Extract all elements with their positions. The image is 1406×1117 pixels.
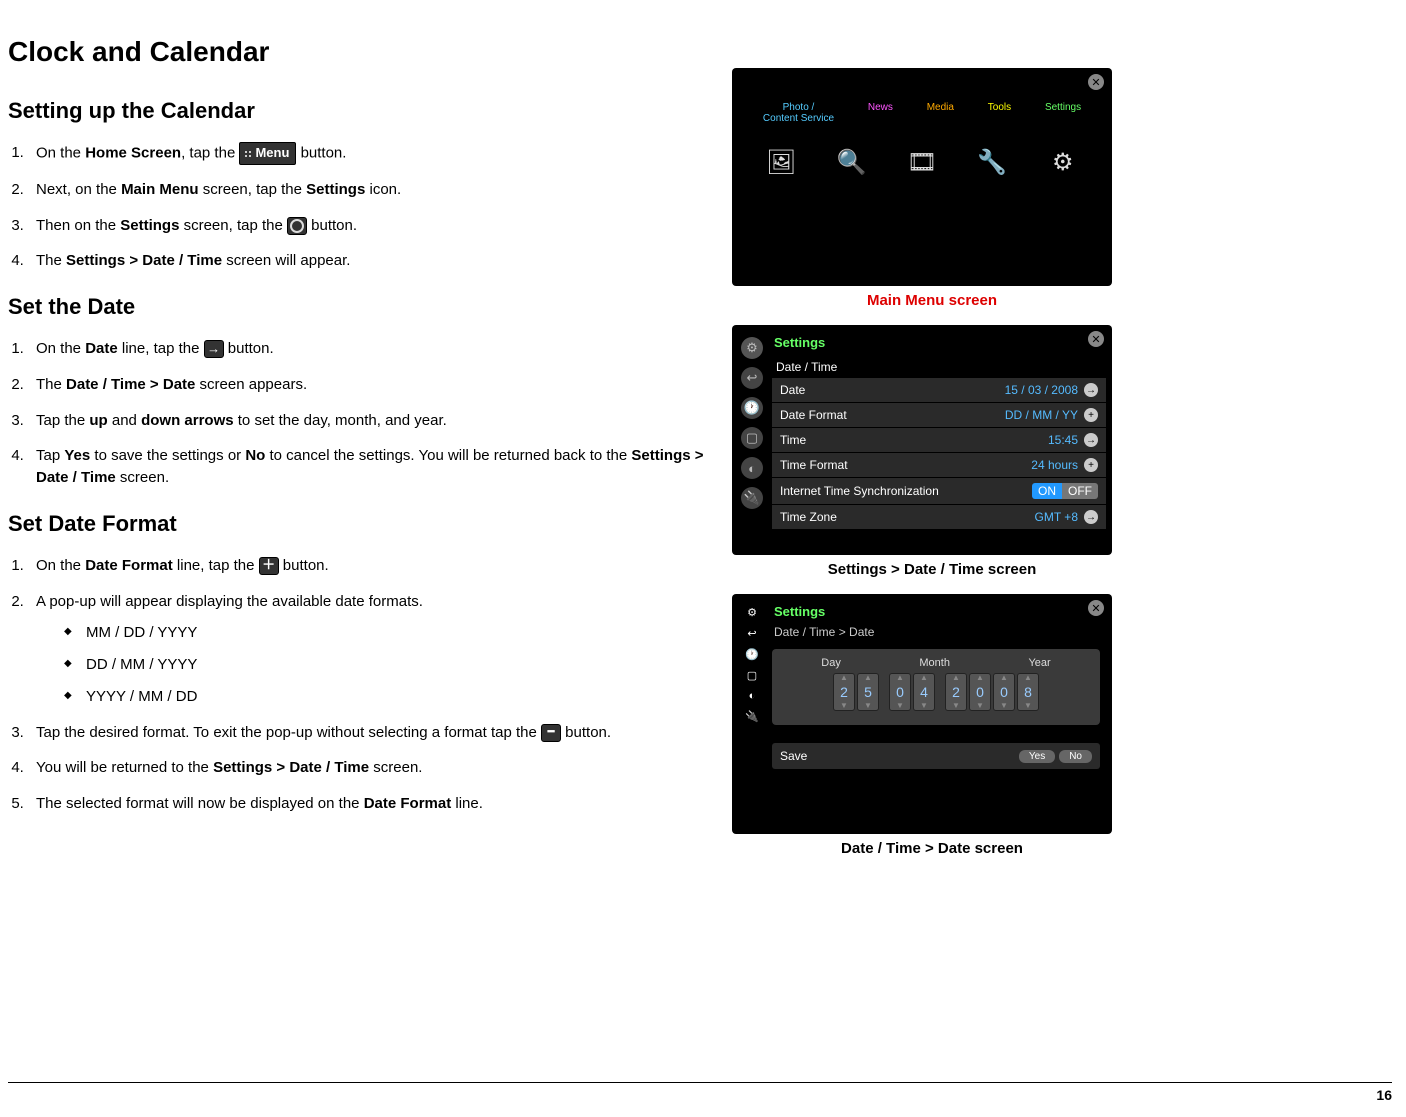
set-format-step-1: On the Date Format line, tap the button.: [28, 555, 708, 577]
tab-media: Media: [927, 102, 954, 124]
date-spinner: Day Month Year ▲2▼ ▲5▼ ▲0▼ ▲4▼: [772, 649, 1100, 725]
setup-step-2: Next, on the Main Menu screen, tap the S…: [28, 179, 708, 201]
set-format-step-5: The selected format will now be displaye…: [28, 793, 708, 815]
setup-steps: On the Home Screen, tap the Menu button.…: [28, 142, 708, 272]
set-date-step-2: The Date / Time > Date screen appears.: [28, 374, 708, 396]
spinner-month: ▲0▼ ▲4▼: [889, 673, 935, 711]
setup-step-3: Then on the Settings screen, tap the but…: [28, 215, 708, 237]
close-icon: ✕: [1088, 74, 1104, 90]
back-icon: ↩: [747, 627, 756, 640]
set-format-step-4: You will be returned to the Settings > D…: [28, 757, 708, 779]
figure-date-screen: ✕ ⚙ ↩ 🕐 ▢ ◐ 🔌 Settings Date / Time > Dat…: [732, 594, 1132, 857]
set-date-format-steps: On the Date Format line, tap the button.…: [28, 555, 708, 815]
settings-title: Settings: [772, 600, 1100, 623]
set-date-step-1: On the Date line, tap the button.: [28, 338, 708, 360]
section-heading-setup: Setting up the Calendar: [8, 98, 708, 124]
yes-button: Yes: [1019, 750, 1055, 763]
arrow-icon: →: [1084, 433, 1098, 447]
set-date-steps: On the Date line, tap the button. The Da…: [28, 338, 708, 489]
setup-step-1: On the Home Screen, tap the Menu button.: [28, 142, 708, 165]
globe-icon: ◐: [749, 690, 756, 702]
photo-icon: 🖼: [761, 142, 801, 182]
figure-main-menu: ✕ Photo / Content Service News Media Too…: [732, 68, 1132, 309]
set-date-step-4: Tap Yes to save the settings or No to ca…: [28, 445, 708, 489]
plus-button-icon: [259, 557, 279, 575]
figure-settings-datetime: ✕ ⚙ ↩ 🕐 ▢ ◐ 🔌 Settings Date / Time Date …: [732, 325, 1132, 578]
spinner-year: ▲2▼ ▲0▼ ▲0▼ ▲8▼: [945, 673, 1039, 711]
power-icon: 🔌: [745, 710, 759, 723]
setup-step-4: The Settings > Date / Time screen will a…: [28, 250, 708, 272]
set-date-step-3: Tap the up and down arrows to set the da…: [28, 410, 708, 432]
row-time: Time 15:45→: [772, 428, 1106, 453]
save-label: Save: [780, 749, 807, 763]
figure-3-caption: Date / Time > Date screen: [732, 840, 1132, 857]
row-date: Date 15 / 03 / 2008→: [772, 378, 1106, 403]
plus-icon: +: [1084, 408, 1098, 422]
gear-icon: ⚙: [741, 337, 763, 359]
section-heading-set-date-format: Set Date Format: [8, 511, 708, 537]
tab-news: News: [868, 102, 893, 124]
breadcrumb: Date / Time > Date: [772, 623, 1100, 649]
gear-icon: ⚙: [747, 606, 757, 619]
date-screenshot: ✕ ⚙ ↩ 🕐 ▢ ◐ 🔌 Settings Date / Time > Dat…: [732, 594, 1112, 834]
settings-icon: ⚙: [1043, 142, 1083, 182]
format-list: MM / DD / YYYY DD / MM / YYYY YYYY / MM …: [36, 622, 708, 707]
settings-datetime-screenshot: ✕ ⚙ ↩ 🕐 ▢ ◐ 🔌 Settings Date / Time Date …: [732, 325, 1112, 555]
format-option-2: DD / MM / YYYY: [68, 654, 708, 676]
tab-photo: Photo / Content Service: [763, 102, 834, 124]
tab-tools: Tools: [988, 102, 1011, 124]
display-icon: ▢: [747, 669, 757, 682]
tab-settings: Settings: [1045, 102, 1081, 124]
head-year: Year: [1028, 657, 1050, 669]
arrow-icon: →: [1084, 510, 1098, 524]
figure-1-caption: Main Menu screen: [732, 292, 1132, 309]
close-icon: ✕: [1088, 600, 1104, 616]
globe-icon: ◐: [741, 457, 763, 479]
main-menu-screenshot: ✕ Photo / Content Service News Media Too…: [732, 68, 1112, 286]
sync-toggle: ONOFF: [1032, 483, 1098, 499]
figure-2-caption: Settings > Date / Time screen: [732, 561, 1132, 578]
format-option-1: MM / DD / YYYY: [68, 622, 708, 644]
page-title: Clock and Calendar: [8, 36, 708, 68]
head-month: Month: [919, 657, 950, 669]
clock-icon: 🕐: [745, 648, 759, 661]
no-button: No: [1059, 750, 1092, 763]
close-icon: ✕: [1088, 331, 1104, 347]
media-icon: 🎞: [902, 142, 942, 182]
head-day: Day: [821, 657, 841, 669]
power-icon: 🔌: [741, 487, 763, 509]
menu-button-icon: Menu: [239, 142, 296, 165]
settings-title: Settings: [772, 331, 1106, 356]
arrow-button-icon: [204, 340, 224, 358]
datetime-button-icon: [287, 217, 307, 235]
spinner-day: ▲2▼ ▲5▼: [833, 673, 879, 711]
save-row: Save Yes No: [772, 743, 1100, 769]
clock-icon: 🕐: [741, 397, 763, 419]
plus-icon: +: [1084, 458, 1098, 472]
news-icon: 🔍: [832, 142, 872, 182]
format-option-3: YYYY / MM / DD: [68, 686, 708, 708]
arrow-icon: →: [1084, 383, 1098, 397]
display-icon: ▢: [741, 427, 763, 449]
row-internet-sync: Internet Time Synchronization ONOFF: [772, 478, 1106, 505]
set-format-step-2: A pop-up will appear displaying the avai…: [28, 591, 708, 708]
page-number: 16: [8, 1082, 1392, 1103]
minus-button-icon: [541, 724, 561, 742]
row-time-format: Time Format 24 hours+: [772, 453, 1106, 478]
set-format-step-3: Tap the desired format. To exit the pop-…: [28, 722, 708, 744]
section-label: Date / Time: [772, 356, 1106, 378]
section-heading-set-date: Set the Date: [8, 294, 708, 320]
row-date-format: Date Format DD / MM / YY+: [772, 403, 1106, 428]
row-timezone: Time Zone GMT +8→: [772, 505, 1106, 530]
back-icon: ↩: [741, 367, 763, 389]
tools-icon: 🔧: [972, 142, 1012, 182]
